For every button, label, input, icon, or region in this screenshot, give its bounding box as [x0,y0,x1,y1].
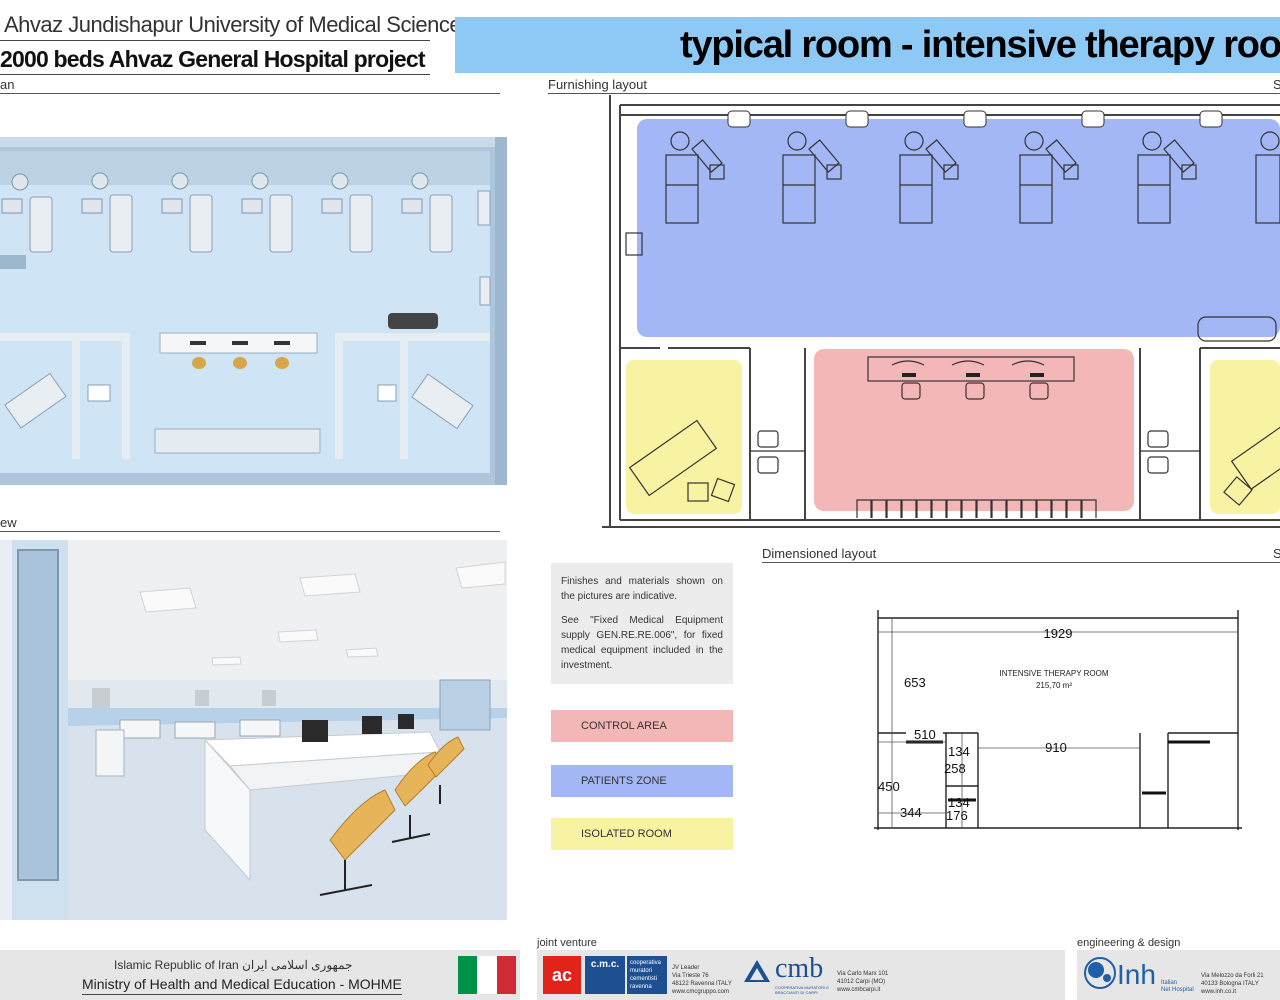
cmb-logo-icon [744,960,770,982]
furnishing-plan [602,95,1280,528]
dim-iso-width: 510 [914,727,936,742]
notes-line-2: See "Fixed Medical Equipment supply GEN.… [561,615,723,671]
legend-control-area: CONTROL AREA [551,710,733,742]
legend-isolated-room: ISOLATED ROOM [551,818,733,850]
cmc-logo-icon: ac [543,956,581,994]
legend-patients-zone: PATIENTS ZONE [551,765,733,797]
dim-iso-depth: 450 [878,779,900,794]
cmb-logo-text: cmb [775,953,824,984]
room-name: INTENSIVE THERAPY ROOM [999,669,1108,678]
footer-joint-venture: ac c.m.c. cooperativa muratori cementist… [537,950,1065,1000]
header-rule-bottom [0,74,430,75]
cmc-address: JV Leader Via Trieste 76 48122 Ravenna I… [672,965,732,995]
inh-globe-icon [1084,957,1116,989]
patients-zone [637,119,1280,337]
dim-wc-a: 134 [948,744,970,759]
title-band: typical room - intensive therapy roo [455,17,1280,73]
cmb-address: Via Carlo Marx 101 41012 Carpi (MO) www.… [837,971,889,993]
page-title: typical room - intensive therapy roo [680,24,1280,66]
furnishing-label: Furnishing layout [548,77,647,92]
joint-venture-label: joint venture [537,937,597,949]
cmc-logo-text: c.m.c. [585,956,625,994]
dimensioned-scale: S [1273,546,1280,561]
inh-name: Italian Net Hospital [1161,980,1194,993]
inh-address: Via Melozzo da Forli 21 40133 Bologna IT… [1201,973,1264,995]
furnishing-scale: S [1273,77,1280,92]
dim-width-total: 1929 [1044,626,1073,641]
interior-render-svg [0,540,507,920]
inh-logo-text: Inh [1117,959,1156,990]
isolated-zone-left [626,360,742,514]
header-rule-top [0,40,430,41]
dim-wc-b: 258 [944,761,966,776]
footer-government: Islamic Republic of Iran جمهوری اسلامی ا… [0,950,520,1000]
view-rule [0,531,500,532]
engineering-label: engineering & design [1077,937,1181,949]
dimensioned-plan: 1929 653 INTENSIVE THERAPY ROOM 215,70 m… [874,610,1242,830]
room-area: 215,70 m² [1036,681,1072,690]
dim-control-width: 910 [1045,740,1067,755]
isolated-zone-right [1210,360,1280,514]
dimensioned-rule [762,562,1280,563]
cmc-name: cooperativa muratori cementisti ravenna [627,956,667,994]
notes-box: Finishes and materials shown on the pict… [551,563,733,684]
plan-rule [0,93,500,94]
italy-flag [458,956,516,994]
plan-render [0,137,507,487]
interior-render [0,540,507,920]
dimensioned-label: Dimensioned layout [762,546,877,561]
dim-wc-d: 176 [946,808,968,823]
project-name: 2000 beds Ahvaz General Hospital project [0,46,426,72]
plan-label: an [0,77,15,92]
furnishing-rule [548,93,1280,94]
dim-iso-sub: 344 [900,805,922,820]
footer-ministry: Ministry of Health and Medical Education… [82,976,402,995]
dim-depth-patients: 653 [904,675,926,690]
footer-country: Islamic Republic of Iran جمهوری اسلامی ا… [114,958,353,972]
plan-render-svg [0,137,507,485]
cmb-name: COOPERATIVA MURATORI E BRACCIANTI DI CAR… [775,985,829,995]
notes-line-1: Finishes and materials shown on the pict… [561,576,723,602]
view-label: ew [0,515,17,530]
footer-engineering: Inh Italian Net Hospital Via Melozzo da … [1077,950,1280,1000]
university-name: Ahvaz Jundishapur University of Medical … [4,12,472,37]
